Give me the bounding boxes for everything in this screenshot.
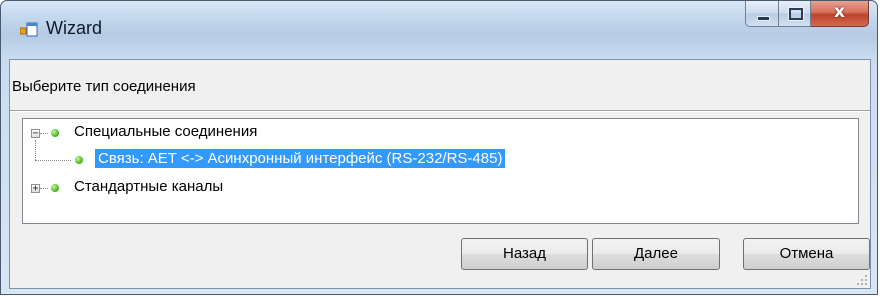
close-button[interactable]: x (811, 1, 869, 27)
collapse-icon[interactable]: − (31, 129, 40, 139)
back-button[interactable]: Назад (461, 238, 588, 270)
title-bar[interactable]: Wizard x (1, 1, 877, 59)
connection-type-tree[interactable]: − Специальные соединения Связь: AET <-> … (22, 118, 859, 224)
green-dot-icon (51, 184, 59, 192)
tree-node-label-selected: Связь: AET <-> Асинхронный интерфейс (RS… (95, 149, 506, 168)
page-prompt: Выберите тип соединения (12, 78, 196, 95)
green-dot-icon (75, 156, 83, 164)
wizard-client-area: Выберите тип соединения − Специальные со… (9, 59, 871, 289)
close-icon: x (834, 2, 845, 22)
expand-icon[interactable]: + (31, 184, 40, 194)
app-icon (20, 22, 38, 37)
tree-node-aet-async-interface[interactable]: Связь: AET <-> Асинхронный интерфейс (RS… (23, 149, 723, 171)
maximize-icon (789, 8, 803, 20)
tree-node-standard-channels[interactable]: + Стандартные каналы (23, 177, 343, 199)
maximize-button[interactable] (779, 1, 811, 27)
tree-node-special-connections[interactable]: − Специальные соединения (23, 122, 343, 144)
window-title: Wizard (46, 18, 103, 38)
minimize-icon (757, 16, 770, 21)
tree-node-label: Специальные соединения (74, 123, 258, 140)
green-dot-icon (51, 129, 59, 137)
cancel-button[interactable]: Отмена (743, 238, 870, 270)
resize-grip-icon[interactable] (856, 274, 868, 286)
header-separator (10, 110, 870, 112)
window-controls: x (745, 1, 869, 27)
tree-node-label: Стандартные каналы (74, 178, 224, 195)
next-button[interactable]: Далее (592, 238, 720, 270)
wizard-window: Wizard x Выберите тип соединения − Специ… (0, 0, 878, 295)
minimize-button[interactable] (745, 1, 779, 27)
